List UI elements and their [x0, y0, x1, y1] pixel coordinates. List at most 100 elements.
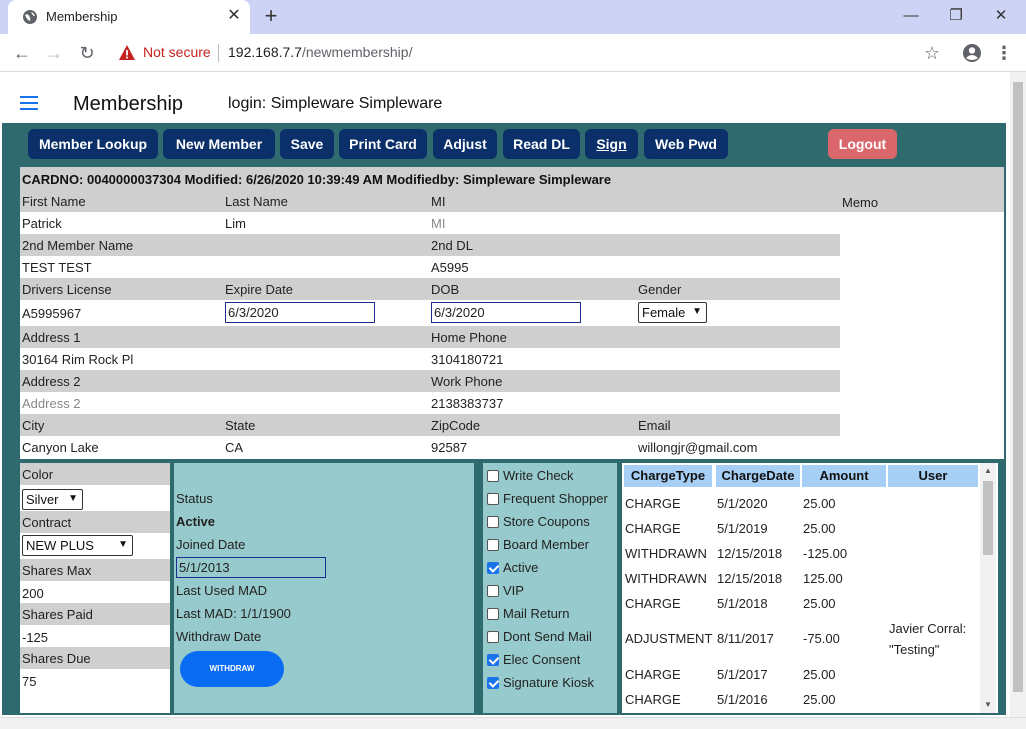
- hamburger-menu-icon[interactable]: [20, 96, 38, 110]
- email-label: Email: [638, 418, 671, 433]
- shares-due-field[interactable]: 75: [22, 674, 36, 689]
- city-field[interactable]: Canyon Lake: [22, 440, 99, 455]
- checkbox-icon: [487, 585, 499, 597]
- value-row: TEST TEST A5995: [20, 256, 840, 278]
- close-tab-icon[interactable]: ✕: [224, 6, 244, 26]
- expire-date-input[interactable]: 6/3/2020: [225, 302, 375, 323]
- second-dl-field[interactable]: A5995: [431, 260, 469, 275]
- warning-icon[interactable]: [118, 44, 136, 62]
- label-row: First Name Last Name MI: [20, 190, 840, 212]
- contract-select[interactable]: NEW PLUS ▼: [22, 535, 133, 556]
- address2-label: Address 2: [22, 374, 81, 389]
- browser-tab[interactable]: Membership ✕: [8, 0, 250, 34]
- address1-field[interactable]: 30164 Rim Rock Pl: [22, 352, 133, 367]
- drivers-license-field[interactable]: A5995967: [22, 306, 81, 321]
- color-select[interactable]: Silver ▼: [22, 489, 83, 510]
- read-dl-button[interactable]: Read DL: [503, 129, 580, 159]
- gender-select[interactable]: Female ▼: [638, 302, 707, 323]
- label-row: City State ZipCode Email: [20, 414, 840, 436]
- sign-button[interactable]: Sign: [585, 129, 638, 159]
- last-name-field[interactable]: Lim: [225, 216, 246, 231]
- amount-cell: 25.00: [803, 496, 836, 511]
- option-label: Active: [503, 560, 539, 575]
- save-button[interactable]: Save: [280, 129, 334, 159]
- contract-label: Contract: [20, 511, 170, 533]
- logout-button[interactable]: Logout: [828, 129, 897, 159]
- member-info-table: CARDNO: 0040000037304 Modified: 6/26/202…: [20, 167, 1004, 459]
- value-row: Address 2 2138383737: [20, 392, 840, 414]
- write-check-checkbox[interactable]: Write Check: [487, 468, 574, 483]
- option-label: Write Check: [503, 468, 574, 483]
- page-scrollbar[interactable]: [1010, 72, 1026, 717]
- joined-date-input[interactable]: 5/1/2013: [176, 557, 326, 578]
- dob-input[interactable]: 6/3/2020: [431, 302, 581, 323]
- option-label: Dont Send Mail: [503, 629, 592, 644]
- checkbox-checked-icon: [487, 562, 499, 574]
- state-field[interactable]: CA: [225, 440, 243, 455]
- restore-icon[interactable]: ❐: [941, 5, 971, 27]
- charge-date-header: ChargeDate: [716, 465, 800, 487]
- scroll-down-icon[interactable]: ▼: [984, 700, 992, 709]
- signature-kiosk-checkbox[interactable]: Signature Kiosk: [487, 675, 594, 690]
- minimize-icon[interactable]: —: [896, 5, 926, 27]
- address2-field[interactable]: Address 2: [22, 396, 81, 411]
- shares-panel: Color Silver ▼ Contract NEW PLUS ▼ Share…: [20, 463, 170, 713]
- shares-paid-field[interactable]: -125: [22, 630, 48, 645]
- work-phone-field[interactable]: 2138383737: [431, 396, 503, 411]
- option-label: Store Coupons: [503, 514, 590, 529]
- shares-max-field[interactable]: 200: [22, 586, 44, 601]
- amount-cell: -75.00: [803, 631, 840, 646]
- charge-date-cell: 5/1/2016: [717, 692, 768, 707]
- option-label: Frequent Shopper: [503, 491, 608, 506]
- print-card-button[interactable]: Print Card: [339, 129, 427, 159]
- store-coupons-checkbox[interactable]: Store Coupons: [487, 514, 590, 529]
- status-value: Active: [176, 514, 216, 529]
- address1-label: Address 1: [22, 330, 81, 345]
- adjust-button[interactable]: Adjust: [433, 129, 497, 159]
- charge-type-cell: CHARGE: [625, 596, 681, 611]
- zipcode-field[interactable]: 92587: [431, 440, 467, 455]
- elec-consent-checkbox[interactable]: Elec Consent: [487, 652, 580, 667]
- withdraw-button[interactable]: WITHDRAW: [180, 651, 284, 687]
- not-secure-label[interactable]: Not secure: [143, 44, 211, 60]
- new-member-button[interactable]: New Member: [163, 129, 275, 159]
- window-close-icon[interactable]: ✕: [986, 5, 1016, 27]
- mail-return-checkbox[interactable]: Mail Return: [487, 606, 569, 621]
- amount-cell: 25.00: [803, 521, 836, 536]
- label-row: Address 2 Work Phone: [20, 370, 840, 392]
- account-icon[interactable]: [960, 41, 984, 65]
- value-row: 30164 Rim Rock Pl 3104180721: [20, 348, 840, 370]
- vip-checkbox[interactable]: VIP: [487, 583, 524, 598]
- page-scrollbar-thumb[interactable]: [1013, 82, 1023, 692]
- email-field[interactable]: willongjr@gmail.com: [638, 440, 757, 455]
- card-header: CARDNO: 0040000037304 Modified: 6/26/202…: [20, 167, 1004, 190]
- scrollbar-thumb[interactable]: [983, 481, 993, 555]
- mi-field[interactable]: MI: [431, 216, 445, 231]
- dont-send-mail-checkbox[interactable]: Dont Send Mail: [487, 629, 592, 644]
- new-tab-icon[interactable]: +: [260, 5, 282, 27]
- member-lookup-button[interactable]: Member Lookup: [28, 129, 158, 159]
- charges-table: ChargeType ChargeDate Amount User CHARGE…: [622, 463, 998, 713]
- web-pwd-button[interactable]: Web Pwd: [644, 129, 728, 159]
- url-field[interactable]: 192.168.7.7/newmembership/: [228, 44, 412, 60]
- star-icon[interactable]: ☆: [920, 41, 944, 65]
- last-mad-label: Last MAD: 1/1/1900: [176, 606, 291, 621]
- charge-type-cell: CHARGE: [625, 496, 681, 511]
- board-member-checkbox[interactable]: Board Member: [487, 537, 589, 552]
- forward-icon[interactable]: →: [42, 41, 66, 65]
- reload-icon[interactable]: ↻: [75, 41, 99, 65]
- color-value: Silver: [26, 492, 59, 507]
- page-horizontal-scrollbar[interactable]: [0, 717, 1026, 729]
- first-name-field[interactable]: Patrick: [22, 216, 62, 231]
- charge-date-cell: 5/1/2017: [717, 667, 768, 682]
- checkbox-icon: [487, 631, 499, 643]
- frequent-shopper-checkbox[interactable]: Frequent Shopper: [487, 491, 608, 506]
- scroll-up-icon[interactable]: ▲: [984, 466, 992, 475]
- active-checkbox[interactable]: Active: [487, 560, 538, 575]
- amount-cell: -125.00: [803, 546, 848, 561]
- charges-scrollbar[interactable]: ▲ ▼: [980, 463, 996, 713]
- back-icon[interactable]: ←: [10, 41, 34, 65]
- second-member-name-field[interactable]: TEST TEST: [22, 260, 92, 275]
- menu-kebab-icon[interactable]: ⋮: [992, 41, 1016, 65]
- home-phone-field[interactable]: 3104180721: [431, 352, 503, 367]
